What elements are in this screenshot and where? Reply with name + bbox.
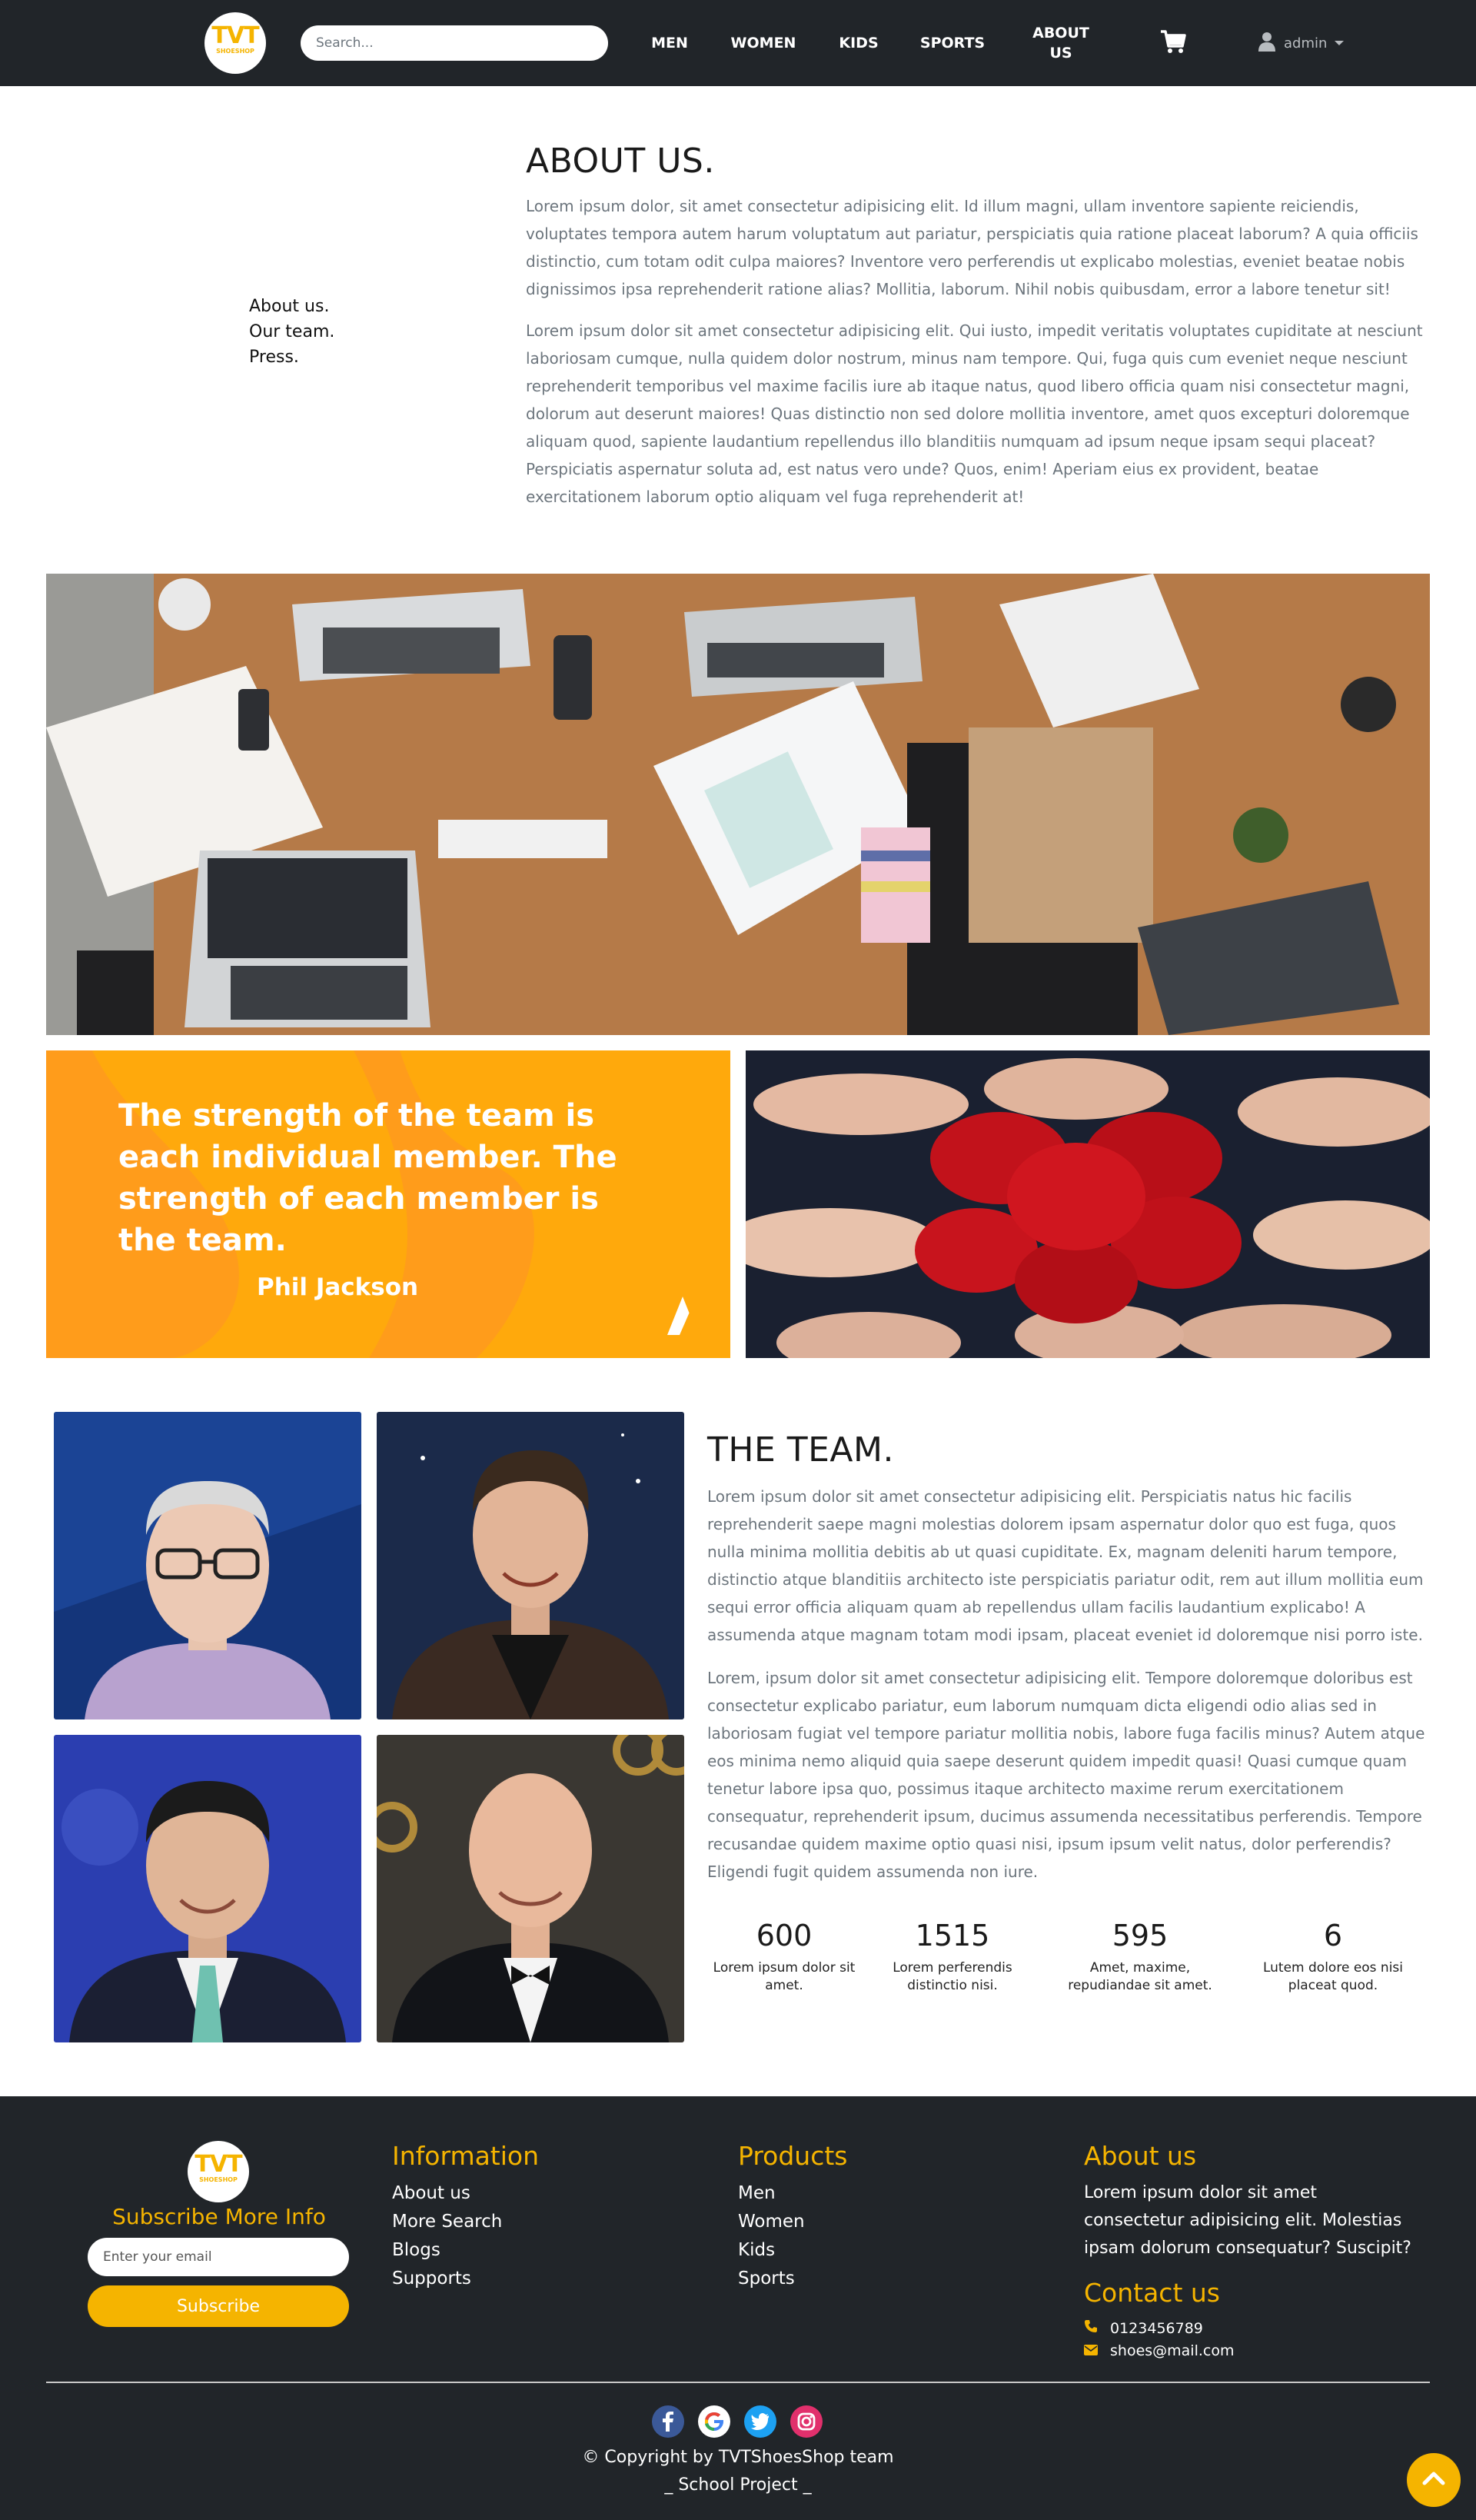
footer-link-men[interactable]: Men: [738, 2179, 805, 2208]
email-address[interactable]: shoes@mail.com: [1110, 2342, 1234, 2359]
stat-value: 1515: [915, 1919, 990, 1952]
navbar: TVT SHOESHOP MEN WOMEN KIDS SPORTS ABOUT…: [0, 0, 1476, 86]
footer-about-text: Lorem ipsum dolor sit amet consectetur a…: [1084, 2183, 1411, 2258]
stat-value: 600: [756, 1919, 813, 1952]
footer-link-blogs[interactable]: Blogs: [392, 2236, 502, 2265]
logo-text: TVT: [211, 22, 259, 49]
about-paragraph-1: Lorem ipsum dolor, sit amet consectetur …: [526, 197, 1418, 298]
red-hands-image: [746, 1050, 1430, 1358]
about-heading: About us: [1084, 2141, 1197, 2171]
nav-link-sports[interactable]: SPORTS: [918, 0, 987, 86]
quote-card: The strength of the team is each individ…: [46, 1050, 730, 1358]
nav-link-men[interactable]: MEN: [643, 0, 696, 86]
user-menu[interactable]: admin: [1258, 28, 1345, 58]
quote-text: The strength of the team is each individ…: [118, 1098, 617, 1258]
google-icon[interactable]: [698, 2405, 730, 2438]
search-input[interactable]: [301, 25, 608, 61]
footer-link-kids[interactable]: Kids: [738, 2236, 805, 2265]
team-paragraph-1: Lorem ipsum dolor sit amet consectetur a…: [707, 1487, 1424, 1644]
side-link-about-us[interactable]: About us.: [249, 294, 334, 319]
footer-divider: [46, 2382, 1430, 2383]
stat-item: 595 Amet, maxime, repudiandae sit amet.: [1055, 1918, 1225, 1995]
nav-link-women[interactable]: WOMEN: [729, 0, 798, 86]
stat-label: Lutem dolore eos nisi placeat quod.: [1262, 1960, 1404, 1993]
team-title: THE TEAM.: [707, 1430, 894, 1470]
footer-link-sports[interactable]: Sports: [738, 2265, 805, 2293]
information-list: About us More Search Blogs Supports: [392, 2179, 502, 2293]
stat-label: Lorem perferendis distinctio nisi.: [893, 1960, 1012, 1993]
nav-link-about-us[interactable]: ABOUT US: [1029, 0, 1093, 86]
twitter-icon[interactable]: [744, 2405, 776, 2438]
stat-value: 595: [1112, 1919, 1168, 1952]
side-link-press[interactable]: Press.: [249, 345, 334, 370]
subscribe-button[interactable]: Subscribe: [88, 2285, 349, 2327]
products-heading: Products: [738, 2141, 848, 2171]
team-paragraph-2: Lorem, ipsum dolor sit amet consectetur …: [707, 1669, 1425, 1881]
team-member-photo: [377, 1735, 684, 2042]
contact-phone: 0123456789: [1084, 2319, 1203, 2337]
facebook-icon[interactable]: [652, 2405, 684, 2438]
about-paragraph-2: Lorem ipsum dolor sit amet consectetur a…: [526, 321, 1423, 506]
user-icon: [1258, 32, 1276, 55]
scroll-to-top-button[interactable]: [1407, 2453, 1461, 2507]
subscribe-title: Subscribe More Info: [112, 2204, 326, 2229]
side-link-our-team[interactable]: Our team.: [249, 319, 334, 345]
chevron-down-icon: [1335, 41, 1345, 45]
contact-email: shoes@mail.com: [1084, 2342, 1234, 2359]
team-member-photo: [54, 1735, 361, 2042]
brand-logo[interactable]: TVT SHOESHOP: [204, 12, 266, 74]
copyright-text: © Copyright by TVTShoesShop team: [582, 2448, 894, 2467]
chevron-up-icon: [1421, 2465, 1447, 2495]
envelope-icon: [1084, 2342, 1098, 2359]
team-member-photo: [54, 1412, 361, 1719]
stat-item: 6 Lutem dolore eos nisi placeat quod.: [1248, 1918, 1418, 1995]
stat-item: 1515 Lorem perferendis distinctio nisi.: [868, 1918, 1037, 1995]
footer-logo[interactable]: TVT SHOESHOP: [188, 2141, 249, 2202]
logo-text: TVT: [194, 2151, 242, 2178]
footer-link-more-search[interactable]: More Search: [392, 2208, 502, 2236]
footer-link-women[interactable]: Women: [738, 2208, 805, 2236]
cart-icon[interactable]: [1159, 28, 1190, 58]
team-workspace-image: [46, 574, 1430, 1035]
instagram-icon[interactable]: [790, 2405, 823, 2438]
footer: TVT SHOESHOP Subscribe More Info Subscri…: [0, 2096, 1476, 2520]
footer-link-about-us[interactable]: About us: [392, 2179, 502, 2208]
subscribe-email-field[interactable]: [88, 2238, 349, 2276]
team-member-photo: [377, 1412, 684, 1719]
stat-label: Amet, maxime, repudiandae sit amet.: [1068, 1960, 1212, 1993]
phone-icon: [1084, 2319, 1098, 2337]
stat-item: 600 Lorem ipsum dolor sit amet.: [700, 1918, 869, 1995]
user-label: admin: [1284, 35, 1328, 52]
stat-label: Lorem ipsum dolor sit amet.: [713, 1960, 856, 1993]
information-heading: Information: [392, 2141, 540, 2171]
copyright-block: © Copyright by TVTShoesShop team _ Schoo…: [0, 2444, 1476, 2499]
products-list: Men Women Kids Sports: [738, 2179, 805, 2293]
phone-number: 0123456789: [1110, 2319, 1203, 2337]
footer-link-supports[interactable]: Supports: [392, 2265, 502, 2293]
about-title: ABOUT US.: [526, 141, 715, 181]
quote-author: Phil Jackson: [257, 1273, 419, 1301]
stat-value: 6: [1323, 1919, 1343, 1952]
contact-heading: Contact us: [1084, 2278, 1220, 2308]
footer-tagline: _ School Project _: [664, 2475, 812, 2495]
about-side-nav: About us. Our team. Press.: [249, 294, 334, 370]
nav-link-kids[interactable]: KIDS: [832, 0, 886, 86]
